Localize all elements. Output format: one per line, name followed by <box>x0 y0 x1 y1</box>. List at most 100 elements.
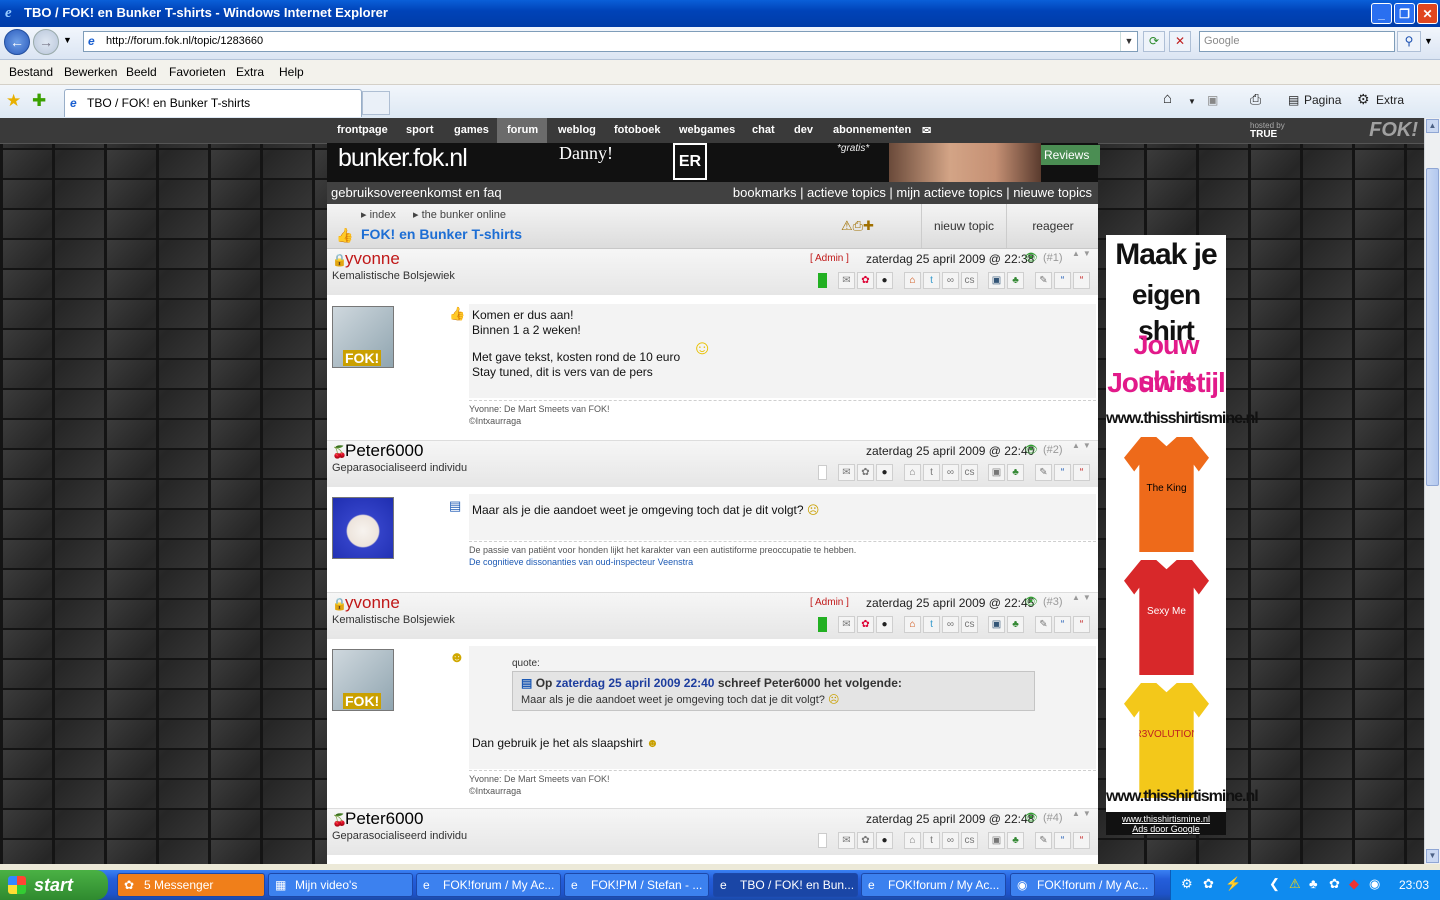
link-icon[interactable]: ∞ <box>942 832 959 849</box>
ad-footer[interactable]: www.thisshirtismine.nl Ads door Google <box>1106 812 1226 835</box>
favorites-star-icon[interactable]: ★ <box>6 91 21 111</box>
avatar[interactable] <box>332 497 394 559</box>
bunker-logo[interactable]: bunker.fok.nl <box>338 143 468 173</box>
quote-icon[interactable]: “ <box>1054 616 1071 633</box>
report-icon[interactable]: ♣ <box>1007 832 1024 849</box>
cs-icon[interactable]: cs <box>961 832 978 849</box>
link-icon[interactable]: ∞ <box>942 616 959 633</box>
quote-icon[interactable]: “ <box>1054 272 1071 289</box>
post-username[interactable]: Peter6000 <box>345 809 423 829</box>
back-button[interactable]: ← <box>4 29 30 55</box>
homepage-icon[interactable]: ⌂ <box>904 464 921 481</box>
multi-quote-icon[interactable]: “ <box>1073 272 1090 289</box>
page-menu-icon[interactable]: ▤ <box>1288 93 1299 107</box>
new-topic-button[interactable]: nieuw topic <box>921 204 1006 248</box>
taskbar-item-ie[interactable]: e FOK!forum / My Ac... <box>861 873 1006 897</box>
menu-bewerken[interactable]: Bewerken <box>64 65 117 79</box>
ad-banner[interactable]: Maak je eigen shirt Jouw shirt Jouw stij… <box>1106 235 1259 835</box>
nav-forum[interactable]: forum <box>507 124 538 136</box>
report-icon[interactable]: ♣ <box>1007 616 1024 633</box>
scroll-down-icon[interactable]: ▼ <box>1426 849 1439 863</box>
tray-icon[interactable]: ✿ <box>1203 876 1214 892</box>
multi-quote-icon[interactable]: “ <box>1073 832 1090 849</box>
twitter-icon[interactable]: t <box>923 272 940 289</box>
eye-icon[interactable]: 👁 <box>1024 811 1038 824</box>
profile-icon[interactable]: ▣ <box>988 616 1005 633</box>
taskbar-item-ie[interactable]: e FOK!PM / Stefan - ... <box>564 873 709 897</box>
ad-footer-url[interactable]: www.thisshirtismine.nl <box>1106 814 1226 824</box>
nav-fotoboek[interactable]: fotoboek <box>614 124 660 136</box>
reply-button[interactable]: reageer <box>1006 204 1099 248</box>
add-favorites-icon[interactable]: ✚ <box>32 91 46 111</box>
link-icon[interactable]: ∞ <box>942 272 959 289</box>
pm-icon[interactable]: ✉ <box>838 616 855 633</box>
search-icon[interactable]: ⚲ <box>1397 31 1421 52</box>
stop-icon[interactable]: ✕ <box>1169 31 1191 52</box>
reviews-link[interactable]: Reviews <box>1041 145 1100 165</box>
menu-help[interactable]: Help <box>279 65 304 79</box>
taskbar-item-firefox[interactable]: ◉ FOK!forum / My Ac... <box>1010 873 1155 897</box>
scroll-thumb[interactable] <box>1426 168 1439 486</box>
nav-weblog[interactable]: weblog <box>558 124 596 136</box>
taskbar-item-messenger[interactable]: ✿ 5 Messenger <box>117 873 265 897</box>
scroll-up-icon[interactable]: ▲ <box>1426 119 1439 133</box>
tab-active[interactable]: e TBO / FOK! en Bunker T-shirts <box>64 89 362 117</box>
msn-icon[interactable]: ✿ <box>857 464 874 481</box>
feeds-icon[interactable]: ▣ <box>1207 93 1218 107</box>
minimize-button[interactable]: _ <box>1371 3 1392 24</box>
eye-icon[interactable]: 👁 <box>1024 251 1038 264</box>
profile-icon[interactable]: ▣ <box>988 464 1005 481</box>
icq-icon[interactable]: ● <box>876 616 893 633</box>
homepage-icon[interactable]: ⌂ <box>904 832 921 849</box>
icq-icon[interactable]: ● <box>876 272 893 289</box>
icq-icon[interactable]: ● <box>876 464 893 481</box>
refresh-icon[interactable]: ⟳ <box>1143 31 1165 52</box>
print-icon[interactable]: ⎙ <box>1250 91 1261 108</box>
cs-icon[interactable]: cs <box>961 464 978 481</box>
edit-icon[interactable]: ✎ <box>1035 616 1052 633</box>
breadcrumb-index[interactable]: ▸ index <box>361 208 396 221</box>
taskbar-item-videos[interactable]: ▦ Mijn video's <box>268 873 413 897</box>
menu-bestand[interactable]: Bestand <box>9 65 53 79</box>
eye-icon[interactable]: 👁 <box>1024 443 1038 456</box>
signature-link[interactable]: De cognitieve dissonanties van oud-inspe… <box>469 556 1096 568</box>
quote-icon[interactable]: “ <box>1054 832 1071 849</box>
up-down-icon[interactable]: ▲▼ <box>1072 593 1094 602</box>
post-username[interactable]: yvonne <box>345 593 400 613</box>
new-tab-button[interactable] <box>362 91 390 115</box>
search-options-icon[interactable]: ▼ <box>1424 36 1433 46</box>
menu-extra[interactable]: Extra <box>236 65 264 79</box>
multi-quote-icon[interactable]: “ <box>1073 464 1090 481</box>
edit-icon[interactable]: ✎ <box>1035 464 1052 481</box>
maximize-button[interactable]: ❐ <box>1394 3 1415 24</box>
post-number[interactable]: (#3) <box>1043 596 1063 608</box>
cs-icon[interactable]: cs <box>961 272 978 289</box>
pm-icon[interactable]: ✉ <box>838 272 855 289</box>
msn-icon[interactable]: ✿ <box>857 616 874 633</box>
nav-chat[interactable]: chat <box>752 124 775 136</box>
history-dropdown-icon[interactable]: ▼ <box>63 35 72 45</box>
post-number[interactable]: (#4) <box>1043 812 1063 824</box>
pm-icon[interactable]: ✉ <box>838 464 855 481</box>
tray-icon[interactable]: ◉ <box>1369 876 1380 892</box>
profile-icon[interactable]: ▣ <box>988 832 1005 849</box>
up-down-icon[interactable]: ▲▼ <box>1072 809 1094 818</box>
post-number[interactable]: (#2) <box>1043 444 1063 456</box>
nav-webgames[interactable]: webgames <box>679 124 735 136</box>
forward-button[interactable]: → <box>33 29 59 55</box>
post-number[interactable]: (#1) <box>1043 252 1063 264</box>
fok-logo[interactable]: FOK! <box>1308 118 1418 143</box>
clock[interactable]: 23:03 <box>1399 878 1429 892</box>
homepage-icon[interactable]: ⌂ <box>904 272 921 289</box>
edit-icon[interactable]: ✎ <box>1035 272 1052 289</box>
twitter-icon[interactable]: t <box>923 832 940 849</box>
avatar[interactable]: FOK! <box>332 649 394 711</box>
page-menu-button[interactable]: Pagina <box>1304 93 1341 107</box>
topic-tools-icons[interactable]: ⚠⎙✚ <box>841 218 874 234</box>
menu-beeld[interactable]: Beeld <box>126 65 157 79</box>
up-down-icon[interactable]: ▲▼ <box>1072 441 1094 450</box>
tray-icon[interactable]: ♣ <box>1309 876 1318 891</box>
taskbar-item-ie-active[interactable]: e TBO / FOK! en Bun... <box>713 873 858 897</box>
tray-icon[interactable]: ◆ <box>1349 876 1359 892</box>
profile-icon[interactable]: ▣ <box>988 272 1005 289</box>
